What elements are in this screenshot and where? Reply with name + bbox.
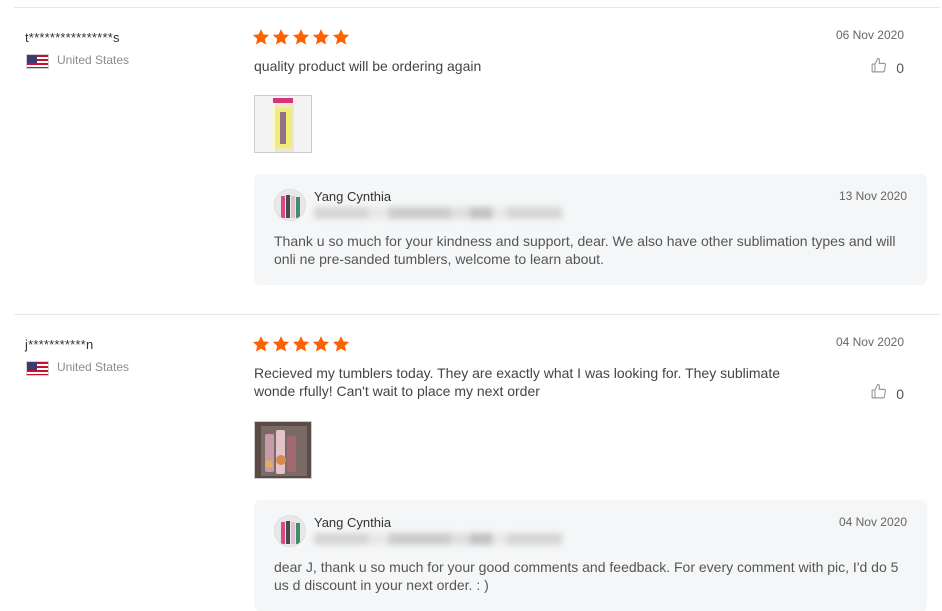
star-icon (312, 28, 330, 46)
star-icon (292, 28, 310, 46)
star-icon (312, 335, 330, 353)
like-count: 0 (896, 386, 904, 402)
thumbs-up-icon[interactable] (870, 57, 887, 79)
seller-reply: Yang Cynthia 13 Nov 2020 Thank u so much… (254, 174, 927, 285)
seller-avatar (274, 515, 306, 547)
star-icon (252, 28, 270, 46)
like-button[interactable]: 0 (870, 383, 904, 405)
review-photo[interactable] (254, 421, 312, 479)
review-photo[interactable] (254, 95, 312, 153)
like-button[interactable]: 0 (870, 57, 904, 79)
seller-avatar (274, 189, 306, 221)
review-text: quality product will be ordering again (254, 58, 482, 74)
star-icon (292, 335, 310, 353)
seller-reply: Yang Cynthia 04 Nov 2020 dear J, thank u… (254, 500, 927, 611)
star-icon (272, 335, 290, 353)
us-flag-icon (26, 54, 49, 69)
review-date: 06 Nov 2020 (835, 28, 904, 42)
review-item: t****************s United States 06 Nov … (14, 7, 940, 314)
review-item: j***********n United States 04 Nov 2020 … (14, 314, 940, 611)
reviewer-name: t****************s (25, 30, 120, 45)
like-count: 0 (896, 60, 904, 76)
reviewer-country: United States (57, 53, 130, 67)
reviewer-name: j***********n (25, 337, 94, 352)
seller-name: Yang Cynthia (314, 515, 392, 530)
seller-info-redacted (314, 533, 562, 545)
review-text: Recieved my tumblers today. They are exa… (254, 365, 781, 399)
star-rating (252, 28, 350, 46)
us-flag-icon (26, 361, 49, 376)
thumbs-up-icon[interactable] (870, 383, 887, 405)
star-icon (272, 28, 290, 46)
reply-date: 13 Nov 2020 (838, 189, 907, 203)
reply-text: dear J, thank u so much for your good co… (274, 559, 899, 593)
reviewer-country: United States (57, 360, 130, 374)
star-icon (252, 335, 270, 353)
seller-name: Yang Cynthia (314, 189, 392, 204)
review-date: 04 Nov 2020 (835, 335, 904, 349)
star-rating (252, 335, 350, 353)
seller-info-redacted (314, 207, 562, 219)
star-icon (332, 335, 350, 353)
star-icon (332, 28, 350, 46)
reply-date: 04 Nov 2020 (838, 515, 907, 529)
reply-text: Thank u so much for your kindness and su… (274, 233, 896, 267)
